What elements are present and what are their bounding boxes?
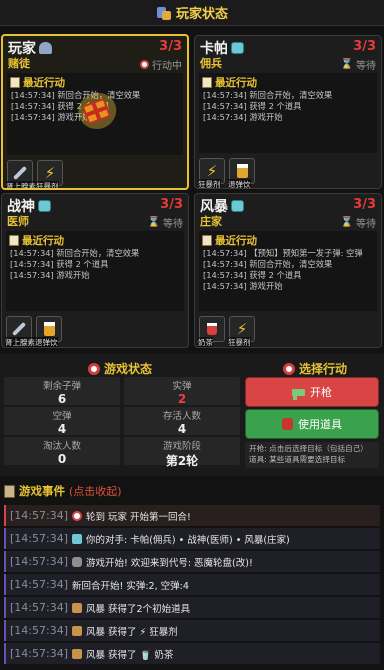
event-row: [14:57:34] 轮到 玩家 开始第一回合!	[4, 505, 380, 526]
page-title: 玩家状态	[175, 7, 228, 22]
events-title: 游戏事件	[19, 484, 65, 498]
hp-counter: 3/3	[353, 39, 376, 54]
bolt-icon: ⚡	[44, 163, 56, 182]
action-log: 最近行动 [14:57:34] 【预知】预知第一发子弹: 空弹 [14:57:3…	[199, 231, 377, 311]
robot-icon	[231, 200, 244, 212]
item-slot[interactable]: 退弹饮	[35, 316, 62, 347]
log-line: [14:57:34] 游戏开始	[203, 281, 283, 291]
cup-icon	[207, 323, 217, 335]
event-row: [14:57:34] 游戏开始! 欢迎来到代号: 恶魔轮盘(改)!	[4, 551, 380, 572]
stat-alive-count: 存活人数 4	[124, 407, 240, 436]
item-slot[interactable]: 肾上腺素	[5, 316, 35, 347]
target-icon	[283, 362, 295, 375]
robot-icon	[38, 200, 51, 212]
player-card-fengbao[interactable]: 风暴 3/3 庄家 ⌛ 等待 最近行动 [14:57:34] 【预知】预知第一发子…	[194, 193, 382, 348]
log-line: [14:57:34] 游戏开始	[203, 112, 283, 122]
log-title: 最近行动	[22, 235, 64, 247]
stat-game-phase: 游戏阶段 第2轮	[124, 437, 240, 468]
item-slot[interactable]: 奶茶	[198, 316, 225, 347]
memo-icon	[202, 235, 212, 246]
target-icon	[88, 362, 100, 375]
item-slot[interactable]: ⚡ 狂暴剂	[228, 316, 255, 347]
item-bar: ⚡ 狂暴剂 退弹饮	[198, 158, 255, 188]
robot-icon	[231, 42, 244, 54]
clipboard-icon	[4, 484, 15, 498]
action-log: 最近行动 [14:57:34] 新回合开始，清空效果 [14:57:34] 获得…	[199, 73, 377, 153]
hourglass-icon: ⌛	[147, 217, 160, 228]
fire-button[interactable]: 开枪	[245, 377, 379, 407]
player-role: 赌徒	[8, 57, 30, 70]
syringe-icon	[11, 321, 27, 337]
use-item-button[interactable]: 使用道具	[245, 409, 379, 439]
action-hint: 开枪: 点击后选择目标（包括自己） 道具: 某些道具需要选择目标	[245, 442, 379, 468]
gamepad-icon	[72, 556, 82, 567]
header-bar: 玩家状态	[0, 0, 384, 26]
item-slot[interactable]: 肾上腺素	[6, 160, 36, 188]
item-bar: 肾上腺素 退弹饮	[5, 316, 62, 347]
stat-eliminated-count: 淘汰人数 0	[4, 437, 120, 466]
beer-icon	[43, 322, 55, 336]
gift-box-icon	[73, 87, 122, 135]
player-status: ⌛ 等待	[340, 59, 376, 72]
item-bar: 奶茶 ⚡ 狂暴剂	[198, 316, 255, 347]
box-icon	[72, 648, 82, 659]
syringe-icon	[12, 165, 28, 181]
box-icon	[72, 602, 82, 613]
log-line: [14:57:34] 游戏开始	[10, 270, 90, 280]
hp-counter: 3/3	[159, 39, 182, 54]
player-card-zhanshen[interactable]: 战神 3/3 医师 ⌛ 等待 最近行动 [14:57:34] 新回合开始，清空效果…	[1, 193, 189, 348]
target-icon	[72, 510, 82, 521]
game-state-grid: 剩余子弹 6 实弹 2 空弹 4 存活人数 4 淘汰人数 0 游戏阶段 第2轮	[4, 377, 240, 468]
memo-icon	[9, 235, 19, 246]
event-row: [14:57:34] 风暴 获得了2个初始道具	[4, 597, 380, 618]
player-role: 医师	[7, 215, 29, 228]
player-status: ⌛ 等待	[340, 217, 376, 230]
events-toggle[interactable]: (点击收起)	[69, 483, 122, 499]
hp-counter: 3/3	[353, 197, 376, 212]
actions-title: 选择行动	[283, 360, 347, 377]
game-state-title: 游戏状态	[88, 360, 152, 377]
item-slot[interactable]: 退弹饮	[228, 158, 255, 188]
player-status: ⌛ 等待	[147, 217, 183, 230]
person-icon	[39, 42, 52, 54]
bolt-icon: ⚡	[236, 319, 248, 338]
player-role: 佣兵	[200, 57, 222, 70]
item-bar: 肾上腺素 ⚡ 狂暴剂	[6, 160, 63, 188]
event-row: [14:57:34] 风暴 获得了 🥤 奶茶	[4, 643, 380, 664]
hp-counter: 3/3	[160, 197, 183, 212]
hourglass-icon: ⌛	[340, 59, 353, 70]
log-title: 最近行动	[215, 77, 257, 89]
log-title: 最近行动	[215, 235, 257, 247]
robot-icon	[72, 533, 82, 544]
memo-icon	[202, 77, 212, 88]
memo-icon	[10, 77, 20, 88]
player-card-player[interactable]: 玩家 3/3 赌徒 行动中 最近行动 [14:57:34] 新回合开始，清空效果…	[1, 34, 189, 190]
players-icon	[156, 5, 172, 21]
box-icon	[72, 625, 82, 636]
bag-icon	[282, 418, 293, 430]
bolt-icon: ⚡	[206, 161, 218, 180]
player-role: 庄家	[200, 215, 222, 228]
event-row: [14:57:34] 你的对手: 卡帕(佣兵) • 战神(医师) • 风暴(庄家)	[4, 528, 380, 549]
player-card-kapa[interactable]: 卡帕 3/3 佣兵 ⌛ 等待 最近行动 [14:57:34] 新回合开始，清空效果…	[194, 35, 382, 189]
player-status: 行动中	[140, 57, 182, 72]
log-title: 最近行动	[23, 77, 65, 89]
target-icon	[140, 60, 149, 69]
item-slot[interactable]: ⚡ 狂暴剂	[36, 160, 63, 188]
hourglass-icon: ⌛	[340, 217, 353, 228]
stat-live-rounds: 实弹 2	[124, 377, 240, 406]
item-slot[interactable]: ⚡ 狂暴剂	[198, 158, 225, 188]
gun-icon	[292, 388, 305, 400]
events-header[interactable]: 游戏事件 (点击收起)	[0, 481, 384, 501]
beer-icon	[236, 164, 248, 178]
event-row: [14:57:34] 风暴 获得了 ⚡ 狂暴剂	[4, 620, 380, 641]
event-row: [14:57:34] 新回合开始! 实弹:2, 空弹:4	[4, 574, 380, 595]
stat-blank-rounds: 空弹 4	[4, 407, 120, 436]
action-log: 最近行动 [14:57:34] 新回合开始，清空效果 [14:57:34] 获得…	[6, 231, 184, 311]
stat-remaining-bullets: 剩余子弹 6	[4, 377, 120, 406]
